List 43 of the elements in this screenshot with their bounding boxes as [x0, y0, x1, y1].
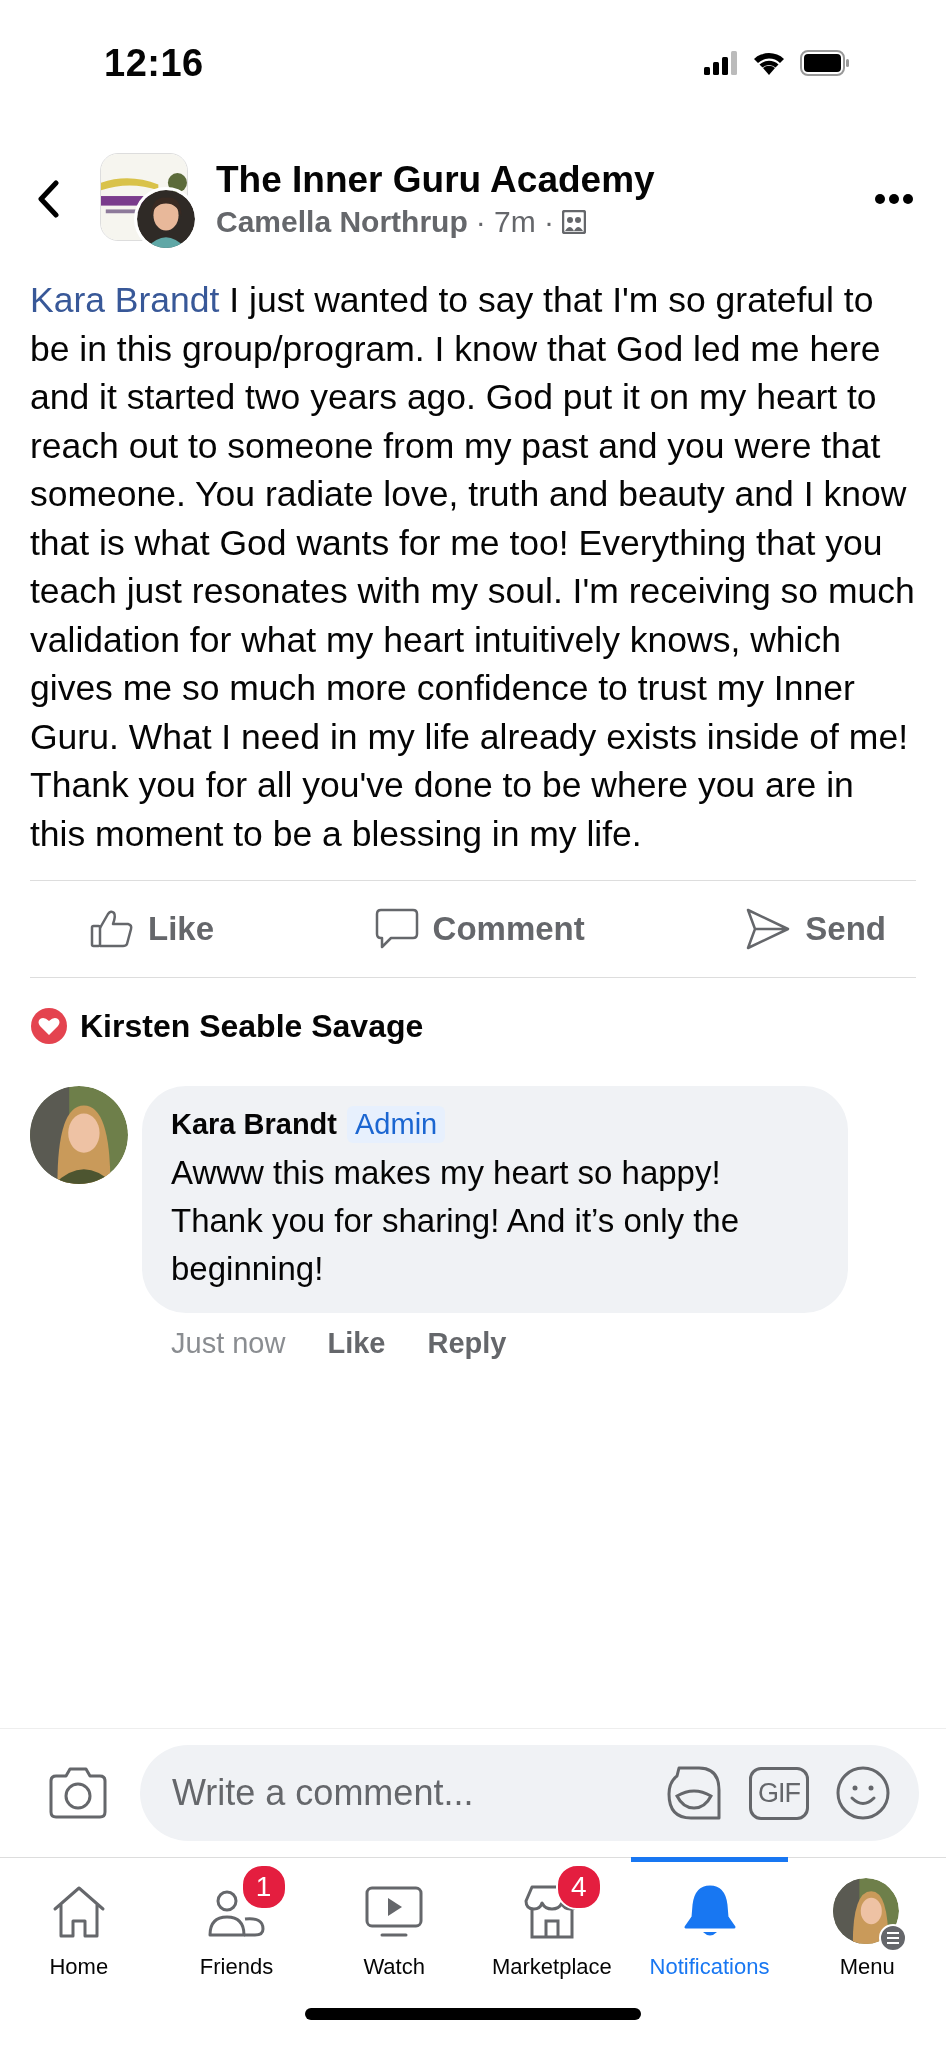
comment-time: Just now — [171, 1327, 286, 1360]
author-name[interactable]: Camella Northrup — [216, 205, 468, 239]
status-time: 12:16 — [104, 41, 204, 85]
mention-link[interactable]: Kara Brandt — [30, 280, 220, 320]
speech-bubble-icon — [374, 908, 419, 950]
thumbs-up-icon — [90, 909, 134, 949]
camera-button[interactable] — [48, 1766, 108, 1820]
group-icon — [562, 210, 587, 234]
back-button[interactable] — [36, 180, 60, 218]
marketplace-tab[interactable]: 4 Marketplace — [473, 1857, 631, 2008]
watch-tab[interactable]: Watch — [315, 1857, 473, 2008]
count-badge: 4 — [555, 1864, 602, 1910]
send-button[interactable]: Send — [745, 907, 886, 951]
group-name[interactable]: The Inner Guru Academy — [216, 159, 874, 201]
count-badge: 1 — [240, 1864, 287, 1910]
friends-tab[interactable]: 1 Friends — [157, 1857, 316, 2008]
comment-field[interactable]: Write a comment... GIF — [140, 1745, 919, 1841]
commenter-name[interactable]: Kara Brandt — [171, 1108, 337, 1141]
home-tab[interactable]: Home — [0, 1857, 158, 2008]
post-time: · 7m · — [475, 205, 555, 239]
comment-text: Awww this makes my heart so happy! Thank you for sharing! And it’s only the beginning! — [171, 1153, 741, 1289]
post-text: Kara Brandt I just wanted to say that I'm so grateful to be in this group/program. I know that God led me here and it started two years ago. God put it on my heart to reach out to someone from my past and you were that someone. You radiate love, truth and beauty and I know that is what God wants for me too! Everything that you teach just resonates with my soul. I'm receiving so much validation for what my heart intuitively knows, which gives me so much more confidence to trust my Inner Guru. What I need in my life already exists inside of me! Thank you for all you've done to be where you are in this moment to be a blessing in my life. — [30, 279, 916, 856]
menu-tab[interactable]: Menu — [788, 1857, 946, 2008]
notifications-tab[interactable]: Notifications — [630, 1857, 789, 2008]
send-icon — [745, 907, 792, 951]
video-icon — [364, 1885, 425, 1939]
comment-button[interactable]: Comment — [374, 908, 585, 950]
more-button[interactable] — [874, 193, 914, 205]
sticker-icon[interactable] — [665, 1764, 723, 1822]
menu-icon — [879, 1924, 908, 1952]
like-button[interactable]: Like — [90, 909, 215, 949]
battery-icon — [800, 50, 850, 76]
more-icon — [874, 193, 914, 205]
signal-icon — [704, 51, 738, 75]
smiley-icon[interactable] — [835, 1765, 891, 1821]
camera-icon — [48, 1766, 108, 1820]
like-link[interactable]: Like — [327, 1327, 386, 1360]
reply-link[interactable]: Reply — [427, 1327, 507, 1360]
gif-button[interactable]: GIF — [749, 1766, 809, 1820]
wifi-icon — [752, 50, 786, 76]
reactor-name[interactable]: Kirsten Seable Savage — [80, 1007, 424, 1045]
back-icon — [36, 180, 60, 218]
admin-badge: Admin — [347, 1106, 446, 1143]
